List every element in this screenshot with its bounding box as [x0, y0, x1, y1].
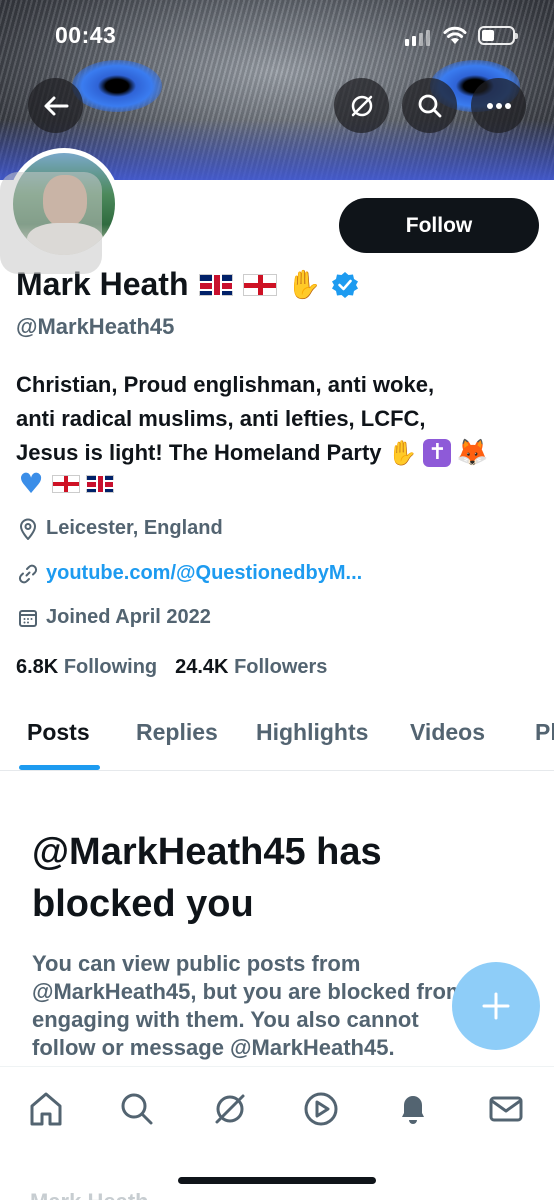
- grok-button[interactable]: [334, 78, 389, 133]
- england-flag-icon: [52, 475, 80, 493]
- calendar-icon: [19, 609, 37, 627]
- plus-icon: [482, 992, 510, 1020]
- praying-hands-icon: ✋: [387, 439, 418, 467]
- video-icon[interactable]: [301, 1089, 341, 1129]
- tab-videos[interactable]: Videos: [410, 719, 485, 746]
- latin-cross-icon: ✝: [423, 439, 452, 467]
- tab-photos[interactable]: Pl: [535, 719, 554, 746]
- bio-line: ♥: [16, 467, 541, 500]
- active-tab-indicator: [19, 765, 100, 770]
- bio-line: anti radical muslims, anti lefties, LCFC…: [16, 406, 426, 431]
- profile-handle: @MarkHeath45: [16, 314, 175, 339]
- uk-flag-icon: [86, 475, 114, 493]
- uk-flag-icon: [198, 273, 233, 296]
- home-indicator[interactable]: [178, 1177, 376, 1184]
- compose-button[interactable]: [452, 962, 540, 1050]
- peek-post-author: Mark Heath: [30, 1189, 149, 1200]
- search-icon: [418, 94, 441, 117]
- following-stat[interactable]: 6.8K Following: [16, 656, 157, 679]
- blue-heart-icon: ♥: [18, 467, 44, 500]
- home-icon[interactable]: [26, 1089, 66, 1129]
- grok-icon: [351, 95, 372, 116]
- status-time: 00:43: [55, 22, 117, 48]
- battery-icon: [478, 26, 518, 45]
- back-button[interactable]: [28, 78, 83, 133]
- fox-icon: 🦊: [456, 438, 489, 468]
- tab-posts[interactable]: Posts: [27, 719, 90, 746]
- tab-replies[interactable]: Replies: [136, 719, 218, 746]
- location-pin-icon: [19, 518, 37, 540]
- bottom-navigation: Mark Heath: [0, 1066, 554, 1200]
- bio-line: Jesus is light! The Homeland Party ✋ ✝ 🦊: [16, 438, 489, 468]
- search-icon[interactable]: [117, 1089, 157, 1129]
- follow-button[interactable]: Follow: [339, 198, 539, 253]
- search-button[interactable]: [402, 78, 457, 133]
- wifi-icon: [443, 26, 467, 44]
- profile-stats: 6.8K Following 24.4K Followers: [16, 656, 327, 679]
- notifications-icon[interactable]: [393, 1089, 433, 1129]
- website-link[interactable]: youtube.com/@QuestionedbyM...: [46, 562, 362, 585]
- tab-highlights[interactable]: Highlights: [256, 719, 368, 746]
- more-button[interactable]: [471, 78, 526, 133]
- cellular-signal-icon: [405, 30, 430, 46]
- followers-stat[interactable]: 24.4K Followers: [175, 656, 327, 679]
- grok-icon[interactable]: [210, 1089, 250, 1129]
- profile-bio: Christian, Proud englishman, anti woke, …: [16, 368, 541, 500]
- profile-website[interactable]: youtube.com/@QuestionedbyM...: [18, 562, 362, 585]
- verified-badge-icon: [332, 271, 359, 298]
- profile-joined-date: Joined April 2022: [18, 606, 211, 629]
- blocked-message: You can view public posts from @MarkHeat…: [32, 951, 466, 1060]
- messages-icon[interactable]: [486, 1089, 526, 1129]
- arrow-left-icon: [44, 96, 68, 115]
- profile-location: Leicester, England: [18, 517, 223, 540]
- praying-hands-icon: ✋: [286, 268, 322, 301]
- link-icon: [18, 564, 38, 583]
- avatar-tap-overlay: [0, 172, 102, 274]
- more-icon: [486, 102, 511, 109]
- profile-tabs: Posts Replies Highlights Videos Pl: [0, 705, 554, 771]
- england-flag-icon: [242, 273, 277, 296]
- status-bar: 00:43: [0, 0, 554, 70]
- bio-line: Christian, Proud englishman, anti woke,: [16, 372, 435, 397]
- blocked-title: @MarkHeath45 has blocked you: [32, 831, 382, 925]
